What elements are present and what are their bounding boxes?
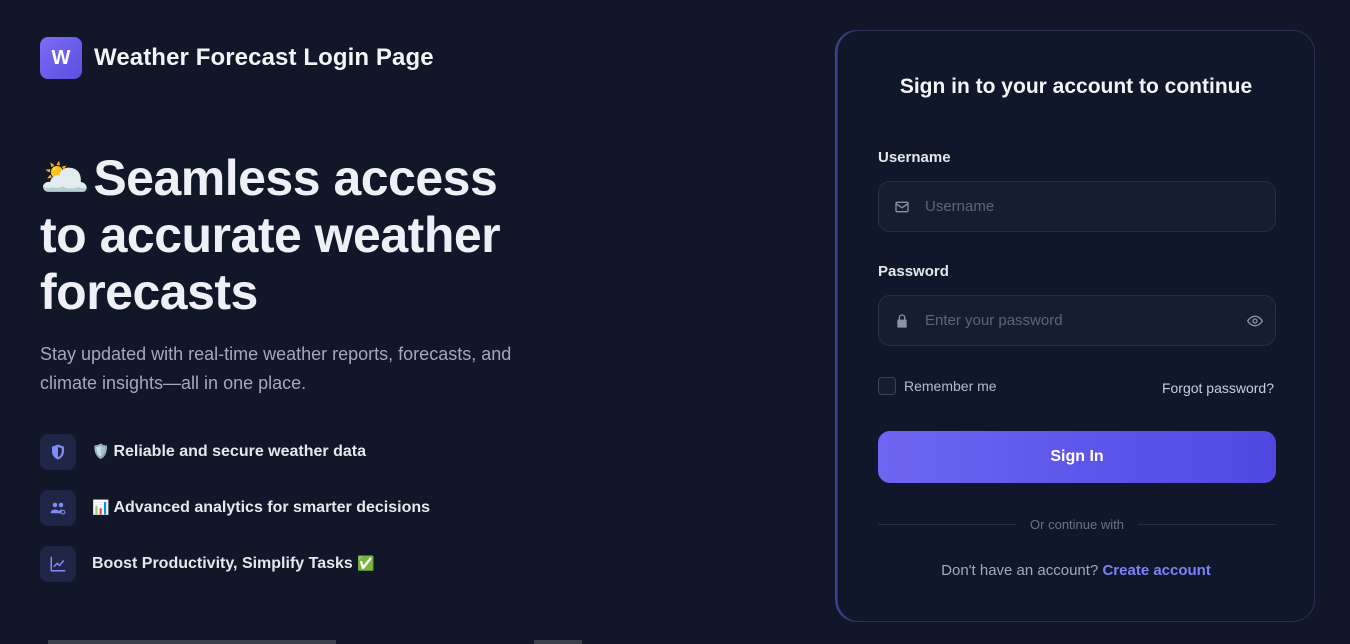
mail-icon xyxy=(879,199,923,215)
feature-emoji: 📊 xyxy=(92,499,110,515)
password-field-wrapper xyxy=(878,295,1276,346)
create-account-link[interactable]: Create account xyxy=(1102,562,1210,579)
divider-line xyxy=(1137,524,1276,525)
signup-prompt: Don't have an account? Create account xyxy=(838,562,1314,579)
hero-title-text: Seamless access to accurate weather fore… xyxy=(40,150,501,320)
eye-icon[interactable] xyxy=(1235,313,1275,329)
feature-label: Boost Productivity, Simplify Tasks xyxy=(92,555,353,572)
hero-subtitle: Stay updated with real-time weather repo… xyxy=(40,344,512,393)
scrollbar-thumb[interactable] xyxy=(48,640,336,644)
feature-text: Boost Productivity, Simplify Tasks ✅ xyxy=(92,555,379,573)
feature-text: 📊 Advanced analytics for smarter decision… xyxy=(92,499,430,517)
remember-me-label[interactable]: Remember me xyxy=(904,378,997,394)
weather-emoji-icon: 🌥️ xyxy=(40,156,90,200)
divider-text: Or continue with xyxy=(1030,517,1124,532)
brand-logo: W xyxy=(40,37,82,79)
feature-label: Advanced analytics for smarter decisions xyxy=(113,499,431,516)
forgot-password-link[interactable]: Forgot password? xyxy=(1162,380,1274,396)
feature-emoji: ✅ xyxy=(357,555,375,571)
signup-prompt-text: Don't have an account? xyxy=(941,562,1099,579)
feature-list: 🛡️ Reliable and secure weather data 📊 Adva… xyxy=(40,434,430,602)
sign-in-button[interactable]: Sign In xyxy=(878,431,1276,483)
remember-me: Remember me xyxy=(878,377,997,395)
password-label: Password xyxy=(878,263,949,280)
username-label: Username xyxy=(878,149,951,166)
chart-line-icon xyxy=(40,546,76,582)
username-field-wrapper xyxy=(878,181,1276,232)
brand-title: Weather Forecast Login Page xyxy=(94,44,434,71)
feature-item-analytics: 📊 Advanced analytics for smarter decision… xyxy=(40,490,430,526)
feature-item-productivity: Boost Productivity, Simplify Tasks ✅ xyxy=(40,546,430,582)
scrollbar-thumb-secondary[interactable] xyxy=(534,640,582,644)
shield-icon xyxy=(40,434,76,470)
login-page: W Weather Forecast Login Page 🌥️Seamless… xyxy=(0,0,1350,644)
feature-text: 🛡️ Reliable and secure weather data xyxy=(92,443,366,461)
username-input[interactable] xyxy=(923,182,1275,231)
login-card: Sign in to your account to continue User… xyxy=(837,30,1315,622)
brand: W Weather Forecast Login Page xyxy=(40,37,434,79)
divider-line xyxy=(878,524,1017,525)
divider: Or continue with xyxy=(878,517,1276,532)
feature-item-secure: 🛡️ Reliable and secure weather data xyxy=(40,434,430,470)
users-icon xyxy=(40,490,76,526)
form-title: Sign in to your account to continue xyxy=(899,75,1253,98)
remember-me-checkbox[interactable] xyxy=(878,377,896,395)
lock-icon xyxy=(879,313,923,329)
feature-label: Reliable and secure weather data xyxy=(113,443,366,460)
password-input[interactable] xyxy=(923,296,1235,345)
feature-emoji: 🛡️ xyxy=(92,443,110,459)
hero-title: 🌥️Seamless access to accurate weather fo… xyxy=(40,150,540,321)
